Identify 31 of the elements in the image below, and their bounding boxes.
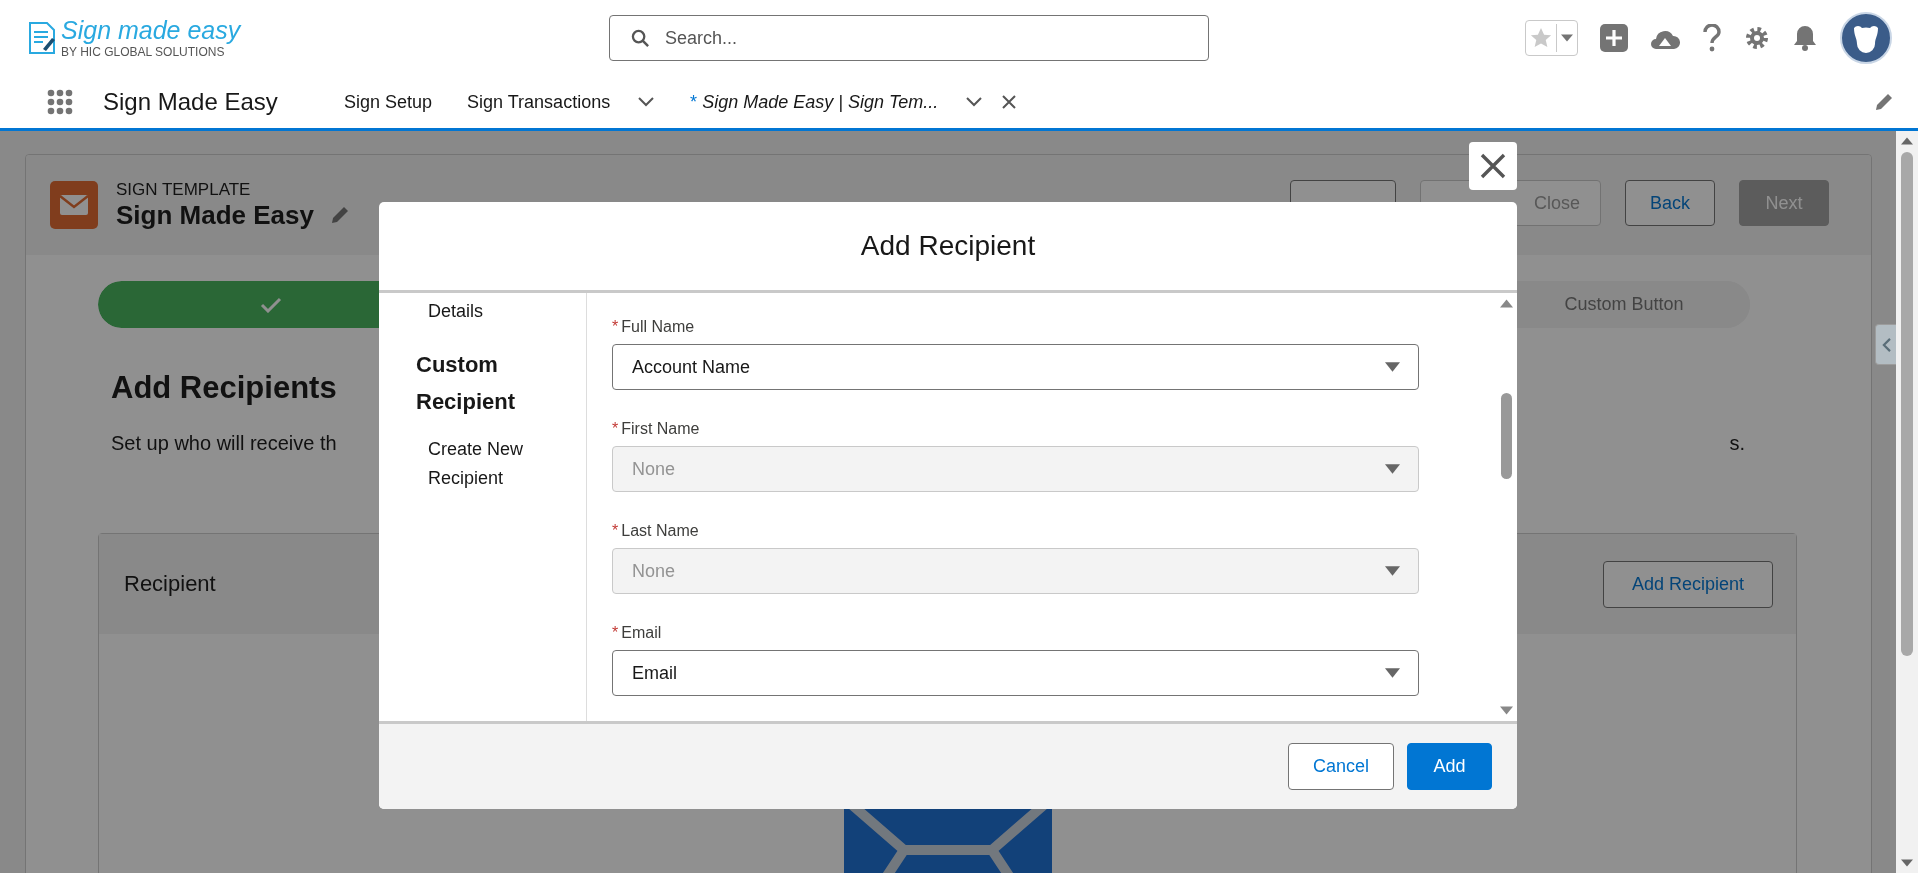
section-title: Add Recipients (111, 370, 337, 406)
logo-subtitle: BY HIC GLOBAL SOLUTIONS (61, 46, 226, 58)
nav-item[interactable]: Details (416, 297, 586, 326)
field-label: First Name (621, 420, 700, 437)
record-title: Sign Made Easy (116, 199, 314, 231)
card-title: Recipient (124, 571, 216, 597)
nav-item[interactable]: Create New Recipient (416, 435, 586, 493)
field-label: Full Name (621, 318, 695, 335)
nav-tab[interactable]: * Sign Made Easy | Sign Tem... (689, 91, 939, 113)
select-field[interactable]: Email (612, 650, 1419, 696)
add-recipient-button[interactable]: Add Recipient (1603, 560, 1773, 608)
app-name: Sign Made Easy (103, 88, 279, 116)
section-description: Set up who will receive th (111, 432, 337, 455)
required-mark: * (612, 624, 619, 641)
select-field[interactable]: Account Name (612, 344, 1419, 390)
modal-button[interactable]: Add (1407, 743, 1492, 790)
required-mark: * (612, 318, 619, 335)
field-label: Last Name (621, 522, 699, 539)
search-field[interactable]: Search... (609, 15, 1209, 61)
section-description: s. (1729, 432, 1745, 455)
logo-title: Sign made easy (61, 18, 241, 43)
modal-button[interactable]: Cancel (1288, 743, 1394, 790)
modal-title: Add Recipient (860, 230, 1036, 262)
field-label: Email (621, 624, 662, 641)
nav-tab[interactable]: Sign Transactions (467, 91, 611, 113)
required-mark: * (612, 420, 619, 437)
record-type: SIGN TEMPLATE (116, 179, 252, 200)
record-button[interactable]: Back (1625, 180, 1715, 226)
nav-tab[interactable]: Sign Setup (344, 91, 433, 113)
required-mark: * (612, 522, 619, 539)
nav-heading: Custom Recipient (416, 351, 517, 416)
